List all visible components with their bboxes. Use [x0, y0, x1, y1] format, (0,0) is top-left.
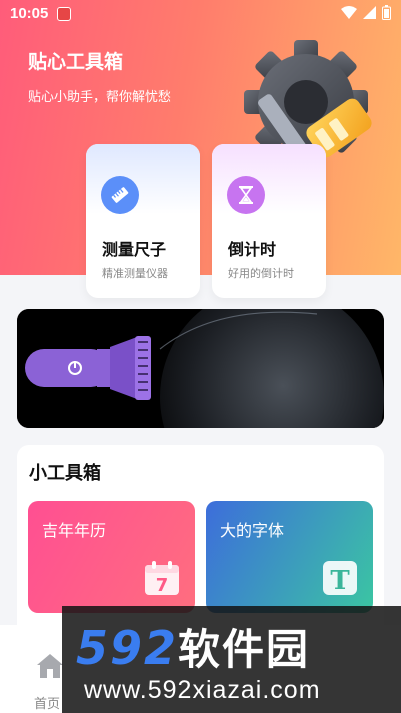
ruler-icon	[101, 176, 139, 214]
calendar-tool-card[interactable]: 吉年年历 7	[28, 501, 195, 613]
font-tool-card[interactable]: 大的字体 T	[206, 501, 373, 613]
ruler-card-desc: 精准测量仪器	[102, 267, 168, 280]
calendar-icon-text: 7	[156, 575, 169, 596]
home-icon	[37, 654, 63, 678]
calendar-icon: 7	[145, 561, 179, 596]
notification-icon	[57, 7, 71, 21]
status-bar: 10:05	[0, 0, 401, 28]
page-subtitle: 贴心小助手，帮你解忧愁	[28, 90, 172, 105]
ruler-card[interactable]: 测量尺子 精准测量仪器	[86, 144, 200, 298]
watermark-url: www.592xiazai.com	[84, 676, 321, 704]
font-icon: T	[323, 561, 357, 596]
font-icon-text: T	[330, 566, 350, 596]
status-icons	[341, 5, 391, 20]
battery-icon	[382, 5, 391, 20]
timer-card[interactable]: 倒计时 好用的倒计时	[212, 144, 326, 298]
watermark-logo-text: 软件园	[178, 625, 311, 674]
flashlight-banner[interactable]	[17, 309, 384, 428]
font-tool-label: 大的字体	[220, 521, 285, 540]
timer-card-title: 倒计时	[228, 240, 277, 259]
calendar-tool-label: 吉年年历	[42, 521, 107, 540]
ruler-card-title: 测量尺子	[102, 240, 167, 259]
flashlight-illustration	[17, 309, 384, 428]
watermark: 592软件园 www.592xiazai.com	[62, 606, 401, 713]
hourglass-icon	[227, 176, 265, 214]
watermark-logo: 592软件园	[76, 616, 310, 677]
signal-icon	[363, 6, 376, 19]
nav-home-label: 首页	[34, 697, 61, 712]
timer-card-desc: 好用的倒计时	[228, 267, 294, 280]
wifi-icon	[341, 6, 357, 19]
toolbox-title: 小工具箱	[29, 463, 101, 484]
watermark-logo-number: 592	[76, 621, 179, 675]
status-time: 10:05	[10, 5, 49, 22]
page-title: 贴心工具箱	[28, 51, 124, 73]
